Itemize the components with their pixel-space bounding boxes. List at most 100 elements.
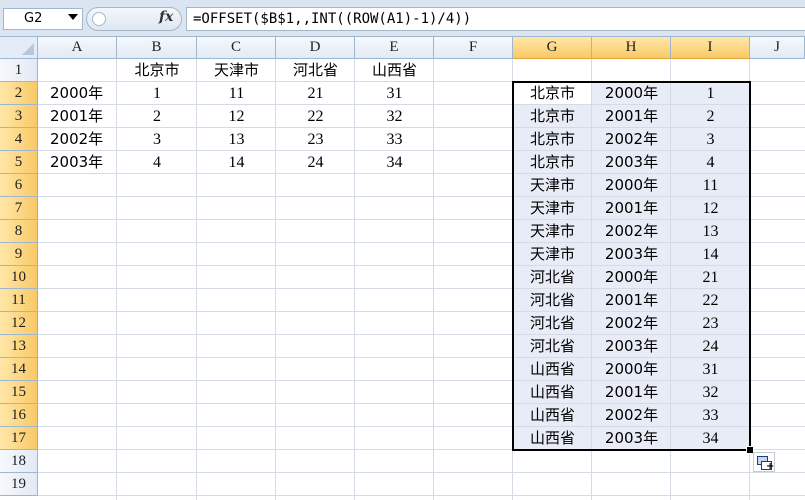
row-header-5[interactable]: 5: [0, 151, 38, 174]
column-header-i[interactable]: I: [671, 37, 750, 59]
result-year-cell[interactable]: 2000年: [592, 174, 671, 197]
result-year-cell[interactable]: 2001年: [592, 289, 671, 312]
row-header-14[interactable]: 14: [0, 358, 38, 381]
result-year-cell[interactable]: 2000年: [592, 358, 671, 381]
source-header-cell[interactable]: 河北省: [276, 59, 355, 82]
row-header-13[interactable]: 13: [0, 335, 38, 358]
source-header-cell[interactable]: 天津市: [197, 59, 276, 82]
result-value-cell[interactable]: 21: [671, 266, 750, 289]
value-cell[interactable]: 4: [117, 151, 197, 174]
column-header-c[interactable]: C: [197, 37, 276, 59]
autofill-options-icon[interactable]: +: [753, 452, 775, 472]
result-value-cell[interactable]: 33: [671, 404, 750, 427]
column-header-g[interactable]: G: [513, 37, 592, 59]
result-value-cell[interactable]: 32: [671, 381, 750, 404]
column-header-f[interactable]: F: [434, 37, 513, 59]
year-cell[interactable]: 2000年: [38, 82, 117, 105]
result-value-cell[interactable]: 4: [671, 151, 750, 174]
source-header-cell[interactable]: 山西省: [355, 59, 434, 82]
result-region-cell[interactable]: 北京市: [513, 128, 592, 151]
value-cell[interactable]: 11: [197, 82, 276, 105]
row-header-1[interactable]: 1: [0, 59, 38, 82]
result-region-cell[interactable]: 天津市: [513, 220, 592, 243]
result-region-cell[interactable]: 山西省: [513, 381, 592, 404]
value-cell[interactable]: 34: [355, 151, 434, 174]
result-value-cell[interactable]: 1: [671, 82, 750, 105]
result-year-cell[interactable]: 2001年: [592, 381, 671, 404]
value-cell[interactable]: 14: [197, 151, 276, 174]
row-header-12[interactable]: 12: [0, 312, 38, 335]
result-value-cell[interactable]: 11: [671, 174, 750, 197]
result-region-cell[interactable]: 北京市: [513, 151, 592, 174]
result-year-cell[interactable]: 2001年: [592, 105, 671, 128]
row-header-18[interactable]: 18: [0, 450, 38, 473]
result-year-cell[interactable]: 2003年: [592, 151, 671, 174]
result-region-cell[interactable]: 河北省: [513, 312, 592, 335]
worksheet-grid[interactable]: A B C D E F G H I J 1 2 3 4 5 6 7 8 9 10 11 12 13 14 15 16 17 18 19 北…: [0, 37, 805, 500]
result-region-cell[interactable]: 北京市: [513, 82, 592, 105]
value-cell[interactable]: 13: [197, 128, 276, 151]
result-year-cell[interactable]: 2003年: [592, 427, 671, 450]
row-header-6[interactable]: 6: [0, 174, 38, 197]
value-cell[interactable]: 1: [117, 82, 197, 105]
result-region-cell[interactable]: 山西省: [513, 404, 592, 427]
result-year-cell[interactable]: 2003年: [592, 243, 671, 266]
resize-grip-icon[interactable]: [92, 12, 106, 26]
result-region-cell[interactable]: 河北省: [513, 266, 592, 289]
row-header-11[interactable]: 11: [0, 289, 38, 312]
result-year-cell[interactable]: 2000年: [592, 82, 671, 105]
formula-input[interactable]: =OFFSET($B$1,,INT((ROW(A1)-1)/4)): [186, 7, 805, 31]
result-value-cell[interactable]: 23: [671, 312, 750, 335]
row-header-7[interactable]: 7: [0, 197, 38, 220]
year-cell[interactable]: 2002年: [38, 128, 117, 151]
row-header-9[interactable]: 9: [0, 243, 38, 266]
column-header-a[interactable]: A: [38, 37, 117, 59]
value-cell[interactable]: 24: [276, 151, 355, 174]
value-cell[interactable]: 2: [117, 105, 197, 128]
result-value-cell[interactable]: 34: [671, 427, 750, 450]
result-region-cell[interactable]: 天津市: [513, 174, 592, 197]
column-header-b[interactable]: B: [117, 37, 197, 59]
value-cell[interactable]: 21: [276, 82, 355, 105]
value-cell[interactable]: 22: [276, 105, 355, 128]
result-value-cell[interactable]: 31: [671, 358, 750, 381]
result-value-cell[interactable]: 13: [671, 220, 750, 243]
column-header-e[interactable]: E: [355, 37, 434, 59]
chevron-down-icon[interactable]: [68, 14, 78, 20]
row-header-17[interactable]: 17: [0, 427, 38, 450]
row-header-19[interactable]: 19: [0, 473, 38, 496]
year-cell[interactable]: 2001年: [38, 105, 117, 128]
row-header-4[interactable]: 4: [0, 128, 38, 151]
result-region-cell[interactable]: 河北省: [513, 335, 592, 358]
result-region-cell[interactable]: 山西省: [513, 427, 592, 450]
fx-icon[interactable]: fx: [159, 9, 173, 25]
row-header-10[interactable]: 10: [0, 266, 38, 289]
row-header-16[interactable]: 16: [0, 404, 38, 427]
source-header-cell[interactable]: 北京市: [117, 59, 197, 82]
result-value-cell[interactable]: 3: [671, 128, 750, 151]
value-cell[interactable]: 32: [355, 105, 434, 128]
select-all-button[interactable]: [0, 37, 38, 59]
result-year-cell[interactable]: 2003年: [592, 335, 671, 358]
row-header-2[interactable]: 2: [0, 82, 38, 105]
column-header-h[interactable]: H: [592, 37, 671, 59]
row-header-8[interactable]: 8: [0, 220, 38, 243]
result-value-cell[interactable]: 12: [671, 197, 750, 220]
column-header-j[interactable]: J: [750, 37, 805, 59]
row-header-15[interactable]: 15: [0, 381, 38, 404]
value-cell[interactable]: 3: [117, 128, 197, 151]
result-region-cell[interactable]: 山西省: [513, 358, 592, 381]
result-region-cell[interactable]: 天津市: [513, 197, 592, 220]
result-year-cell[interactable]: 2002年: [592, 128, 671, 151]
value-cell[interactable]: 33: [355, 128, 434, 151]
result-year-cell[interactable]: 2002年: [592, 220, 671, 243]
result-region-cell[interactable]: 河北省: [513, 289, 592, 312]
row-header-3[interactable]: 3: [0, 105, 38, 128]
value-cell[interactable]: 12: [197, 105, 276, 128]
result-value-cell[interactable]: 22: [671, 289, 750, 312]
result-value-cell[interactable]: 24: [671, 335, 750, 358]
column-header-d[interactable]: D: [276, 37, 355, 59]
result-value-cell[interactable]: 2: [671, 105, 750, 128]
result-year-cell[interactable]: 2001年: [592, 197, 671, 220]
value-cell[interactable]: 31: [355, 82, 434, 105]
